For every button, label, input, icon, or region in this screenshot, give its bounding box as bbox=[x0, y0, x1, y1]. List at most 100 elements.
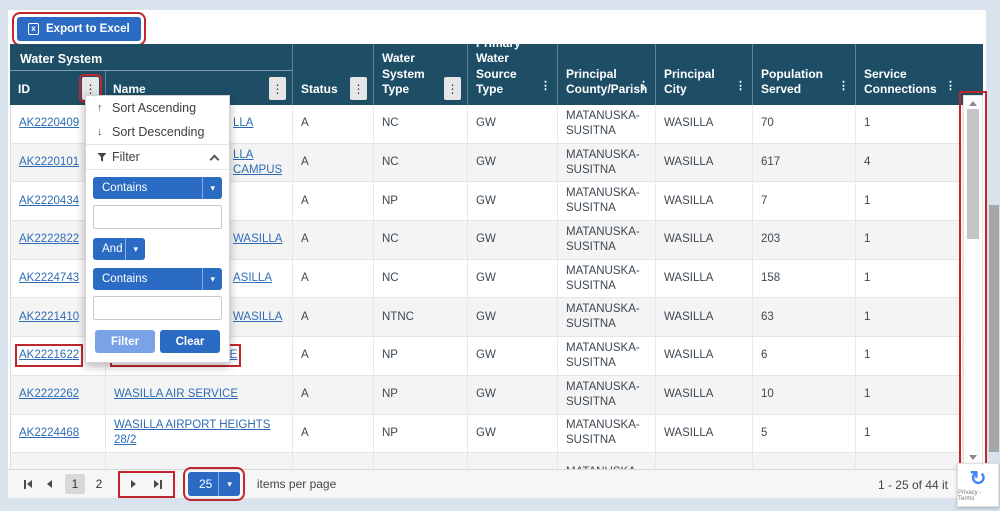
previous-page-button[interactable] bbox=[45, 478, 54, 490]
column-header-type: Water System Type⋮ bbox=[373, 44, 467, 105]
name-link[interactable]: LLA bbox=[233, 116, 253, 131]
name-link[interactable]: LLA CAMPUS bbox=[233, 148, 286, 178]
cell-city: WASILLA bbox=[656, 415, 753, 453]
id-link[interactable]: AK2220434 bbox=[19, 194, 79, 209]
chevron-up-icon bbox=[210, 154, 220, 164]
first-page-icon bbox=[24, 480, 26, 489]
page-scrollbar-thumb[interactable] bbox=[989, 205, 999, 452]
page-button-1[interactable]: 1 bbox=[65, 474, 85, 494]
filter-value-input-2[interactable] bbox=[93, 296, 222, 320]
cell-type: NC bbox=[374, 105, 468, 143]
cell-connections: 1 bbox=[856, 415, 963, 453]
column-menu-kebab-icon-status[interactable]: ⋮ bbox=[350, 77, 367, 100]
cell-status: A bbox=[293, 337, 374, 375]
id-link[interactable]: AK2224468 bbox=[19, 426, 79, 441]
cell-city: WASILLA bbox=[656, 144, 753, 182]
cell-source: GW bbox=[468, 105, 558, 143]
name-link[interactable]: WASILLA bbox=[233, 232, 282, 247]
cell-county: MATANUSKA-SUSITNA bbox=[558, 415, 656, 453]
last-page-icon bbox=[154, 480, 159, 488]
table-scrollbar[interactable] bbox=[963, 95, 983, 466]
cell-county: MATANUSKA- bbox=[558, 453, 656, 469]
recaptcha-icon: ↻ bbox=[970, 469, 987, 489]
id-link[interactable]: AK2221410 bbox=[19, 310, 79, 325]
column-header-source: Primary Water Source Type⋮ bbox=[467, 44, 557, 105]
filter-form-buttons: Filter Clear bbox=[93, 327, 222, 353]
column-menu-kebab-icon-connections[interactable]: ⋮ bbox=[945, 79, 956, 93]
cell-connections: 1 bbox=[856, 337, 963, 375]
cell-id bbox=[11, 453, 106, 469]
cell-city: WASILLA bbox=[656, 105, 753, 143]
cell-county: MATANUSKA-SUSITNA bbox=[558, 337, 656, 375]
table-row: AK2222262WASILLA AIR SERVICEANPGWMATANUS… bbox=[11, 376, 982, 415]
column-menu-kebab-icon-city[interactable]: ⋮ bbox=[735, 79, 746, 93]
table-scrollbar-thumb[interactable] bbox=[967, 109, 979, 239]
page-button-2[interactable]: 2 bbox=[89, 474, 109, 494]
cell-city: WASILLA bbox=[656, 260, 753, 298]
table-row: MATANUSKA- bbox=[11, 453, 982, 469]
export-to-excel-button[interactable]: x Export to Excel bbox=[17, 17, 141, 41]
menu-item-filter[interactable]: Filter bbox=[86, 144, 229, 170]
next-page-button[interactable] bbox=[129, 478, 138, 490]
cell-population: 5 bbox=[753, 415, 856, 453]
column-menu-kebab-icon-population[interactable]: ⋮ bbox=[838, 79, 849, 93]
cell-source: GW bbox=[468, 144, 558, 182]
cell-type: NC bbox=[374, 221, 468, 259]
operator-dropdown-1[interactable]: Contains ▾ bbox=[93, 177, 222, 199]
scroll-up-arrow-icon[interactable] bbox=[969, 101, 977, 106]
last-page-button[interactable] bbox=[152, 478, 164, 491]
cell-status: A bbox=[293, 221, 374, 259]
cell-status bbox=[293, 453, 374, 469]
column-menu-kebab-icon-name[interactable]: ⋮ bbox=[269, 77, 286, 100]
cell-status: A bbox=[293, 260, 374, 298]
cell-city: WASILLA bbox=[656, 337, 753, 375]
cell-county: MATANUSKA-SUSITNA bbox=[558, 221, 656, 259]
operator-dropdown-2[interactable]: Contains ▾ bbox=[93, 268, 222, 290]
logic-operator-dropdown[interactable]: And ▾ bbox=[93, 238, 145, 260]
column-menu-popup: ↑ Sort Ascending ↓ Sort Descending Filte… bbox=[85, 95, 230, 363]
name-link[interactable]: WASILLA AIRPORT HEIGHTS 28/2 bbox=[114, 418, 286, 448]
id-link[interactable]: AK2224743 bbox=[19, 271, 79, 286]
id-link[interactable]: AK2221622 bbox=[19, 348, 79, 363]
cell-connections: 1 bbox=[856, 376, 963, 414]
apply-filter-button[interactable]: Filter bbox=[95, 330, 155, 353]
menu-item-sort-descending[interactable]: ↓ Sort Descending bbox=[86, 120, 229, 144]
cell-city: WASILLA bbox=[656, 376, 753, 414]
id-link[interactable]: AK2220409 bbox=[19, 116, 79, 131]
cell-connections: 4 bbox=[856, 144, 963, 182]
column-header-population: Population Served ⋮ bbox=[752, 44, 855, 105]
name-link[interactable]: WASILLA AIR SERVICE bbox=[114, 387, 238, 402]
page-range-label: 1 - 25 of 44 it bbox=[878, 478, 948, 492]
menu-item-sort-ascending[interactable]: ↑ Sort Ascending bbox=[86, 96, 229, 120]
cell-name bbox=[106, 453, 293, 469]
cell-type: NP bbox=[374, 376, 468, 414]
caret-down-icon: ▾ bbox=[218, 472, 240, 496]
column-menu-kebab-icon-source[interactable]: ⋮ bbox=[540, 79, 551, 93]
cell-connections: 1 bbox=[856, 182, 963, 220]
clear-filter-button[interactable]: Clear bbox=[160, 330, 220, 353]
caret-down-icon: ▾ bbox=[125, 238, 145, 260]
scroll-down-arrow-icon[interactable] bbox=[969, 455, 977, 460]
column-menu-kebab-icon-county[interactable]: ⋮ bbox=[638, 79, 649, 93]
first-page-button[interactable] bbox=[22, 478, 34, 491]
cell-population: 6 bbox=[753, 337, 856, 375]
sort-ascending-label: Sort Ascending bbox=[112, 101, 196, 115]
page-size-dropdown[interactable]: 25 ▾ bbox=[188, 472, 240, 496]
cell-county: MATANUSKA-SUSITNA bbox=[558, 376, 656, 414]
cell-type: NP bbox=[374, 337, 468, 375]
filter-value-input-1[interactable] bbox=[93, 205, 222, 229]
name-link[interactable]: ASILLA bbox=[233, 271, 272, 286]
id-link[interactable]: AK2222822 bbox=[19, 232, 79, 247]
id-link[interactable]: AK2222262 bbox=[19, 387, 79, 402]
cell-status: A bbox=[293, 376, 374, 414]
cell-source: GW bbox=[468, 415, 558, 453]
cell-name: WASILLA AIR SERVICE bbox=[106, 376, 293, 414]
column-menu-kebab-icon-type[interactable]: ⋮ bbox=[444, 77, 461, 100]
recaptcha-badge[interactable]: ↻ Privacy - Terms bbox=[957, 463, 999, 507]
id-link[interactable]: AK2220101 bbox=[19, 155, 79, 170]
cell-population: 63 bbox=[753, 298, 856, 336]
column-label-population: Population Served bbox=[761, 67, 823, 98]
name-link[interactable]: WASILLA bbox=[233, 310, 282, 325]
filter-funnel-icon bbox=[97, 152, 107, 162]
cell-status: A bbox=[293, 415, 374, 453]
